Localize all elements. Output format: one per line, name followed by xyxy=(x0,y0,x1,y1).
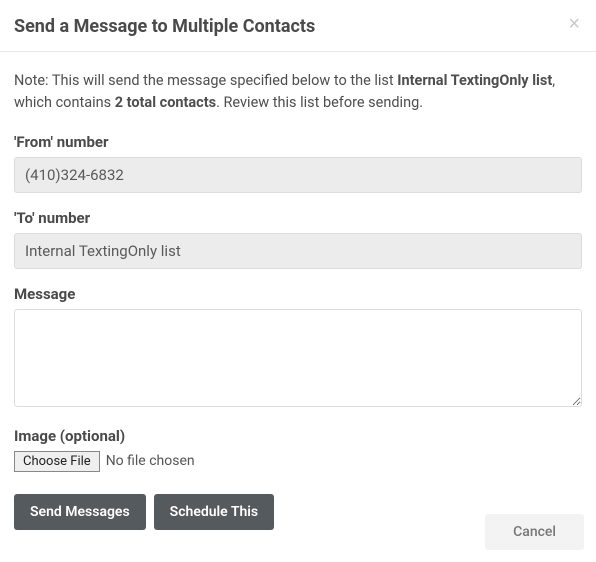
choose-file-button[interactable]: Choose File xyxy=(14,451,100,472)
file-row: Choose File No file chosen xyxy=(14,451,582,472)
message-textarea[interactable] xyxy=(14,309,582,407)
cancel-button[interactable]: Cancel xyxy=(485,514,584,550)
to-field-group: 'To' number xyxy=(14,209,582,269)
send-message-dialog: Send a Message to Multiple Contacts × No… xyxy=(0,0,596,544)
to-input xyxy=(14,233,582,269)
to-label: 'To' number xyxy=(14,209,582,227)
note-suffix: . Review this list before sending. xyxy=(216,94,423,111)
note-contact-count: 2 total contacts xyxy=(115,94,216,111)
image-label: Image (optional) xyxy=(14,427,582,445)
from-label: 'From' number xyxy=(14,133,582,151)
note-prefix: Note: This will send the message specifi… xyxy=(14,72,397,89)
message-label: Message xyxy=(14,285,582,303)
dialog-body: Note: This will send the message specifi… xyxy=(0,52,596,544)
image-field-group: Image (optional) Choose File No file cho… xyxy=(14,427,582,472)
from-input xyxy=(14,157,582,193)
note-text: Note: This will send the message specifi… xyxy=(14,70,582,115)
note-list-name: Internal TextingOnly list xyxy=(397,72,552,89)
message-field-group: Message xyxy=(14,285,582,411)
dialog-title: Send a Message to Multiple Contacts xyxy=(14,16,582,37)
file-status: No file chosen xyxy=(106,453,195,469)
schedule-this-button[interactable]: Schedule This xyxy=(154,494,274,530)
dialog-header: Send a Message to Multiple Contacts × xyxy=(0,0,596,52)
close-icon[interactable]: × xyxy=(568,14,580,34)
send-messages-button[interactable]: Send Messages xyxy=(14,494,146,530)
from-field-group: 'From' number xyxy=(14,133,582,193)
